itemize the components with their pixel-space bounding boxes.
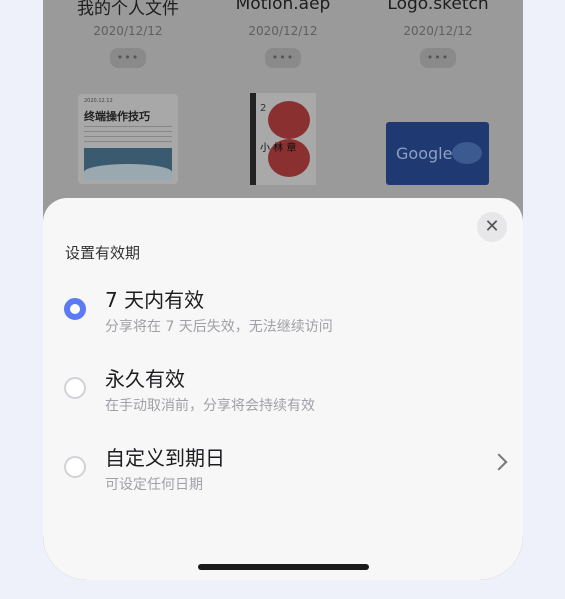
home-indicator[interactable] [198,564,369,570]
slide-thumbnail[interactable]: Google [386,122,489,185]
option-subtitle: 在手动取消前，分享将会持续有效 [105,398,315,414]
circle-graphic [268,101,310,139]
google-logo: Google [396,144,453,163]
io-graphic [452,142,482,164]
cloud-image [84,148,172,180]
file-name: 我的个人文件 [77,0,179,19]
close-icon: ✕ [484,216,500,237]
expiry-bottom-sheet: ✕ 设置有效期 7 天内有效 分享将在 7 天后失效，无法继续访问 永久有效 在… [43,198,523,580]
radio-unchecked-icon[interactable] [64,456,86,478]
book-number: 2 [260,103,267,114]
more-button[interactable]: ••• [265,48,301,68]
more-button[interactable]: ••• [110,48,146,68]
thumb-date: 2020.12.12 [84,98,113,104]
option-title: 永久有效 [105,367,185,391]
sheet-title: 设置有效期 [65,244,141,262]
doc-thumbnail[interactable]: 2020.12.12 终端操作技巧 [78,94,178,184]
radio-unchecked-icon[interactable] [64,377,86,399]
chevron-right-icon[interactable] [490,453,508,471]
option-7-days[interactable]: 7 天内有效 分享将在 7 天后失效，无法继续访问 [43,284,523,350]
option-subtitle: 分享将在 7 天后失效，无法继续访问 [105,319,333,335]
option-permanent[interactable]: 永久有效 在手动取消前，分享将会持续有效 [43,363,523,429]
thumb-text-lines [84,126,172,142]
book-thumbnail[interactable]: 2 小 林 章 [250,93,316,185]
file-date: 2020/12/12 [403,24,473,38]
file-date: 2020/12/12 [248,24,318,38]
radio-checked-icon[interactable] [64,298,86,320]
option-subtitle: 可设定任何日期 [105,477,203,493]
book-author: 小 林 章 [260,143,297,154]
thumb-title: 终端操作技巧 [84,110,150,123]
file-grid: 我的个人文件 2020/12/12 ••• Motion.aep 2020/12… [43,0,523,200]
close-button[interactable]: ✕ [477,212,507,242]
file-name: Motion.aep [235,0,331,14]
more-button[interactable]: ••• [420,48,456,68]
phone-screen: 我的个人文件 2020/12/12 ••• Motion.aep 2020/12… [43,0,523,580]
book-spine [250,93,256,185]
option-custom-date[interactable]: 自定义到期日 可设定任何日期 [43,442,523,508]
option-title: 7 天内有效 [105,288,205,312]
option-title: 自定义到期日 [105,446,225,470]
file-date: 2020/12/12 [93,24,163,38]
file-name: Logo.sketch [387,0,489,14]
